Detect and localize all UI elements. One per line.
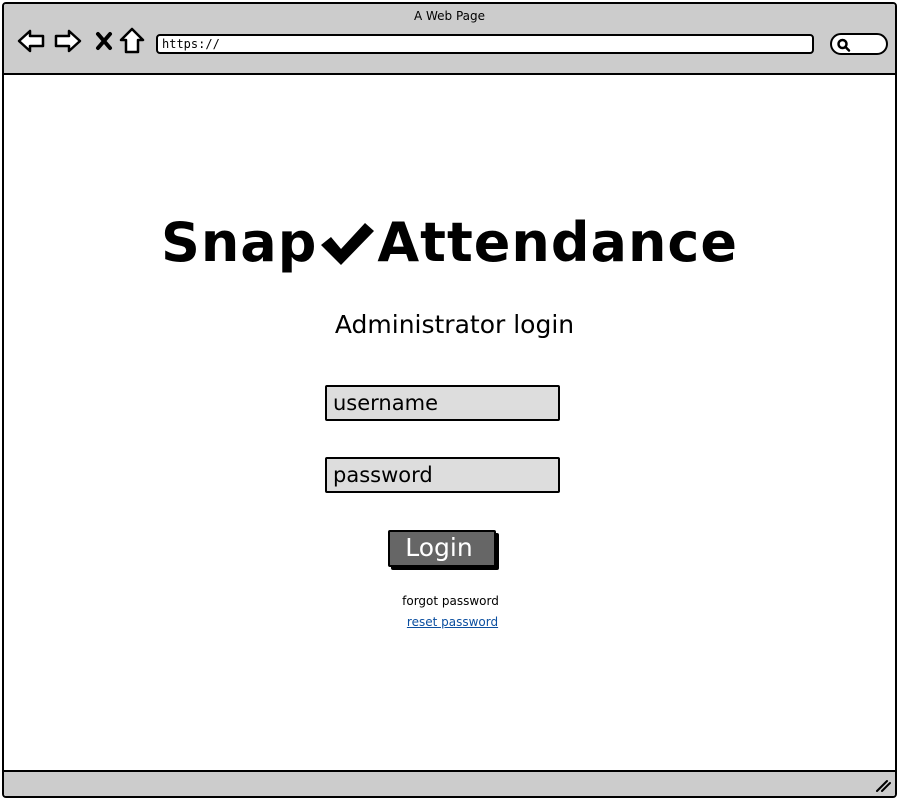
page-title: Administrator login	[334, 310, 575, 339]
arrow-left-icon	[17, 29, 45, 53]
brand-name-right: Attendance	[377, 211, 739, 274]
browser-window: A Web Page https:// Snap Attendance Admi…	[2, 2, 897, 798]
browser-search-field[interactable]	[830, 33, 888, 55]
password-input[interactable]: password	[325, 457, 560, 493]
close-icon	[96, 32, 112, 50]
resize-grip-icon[interactable]	[875, 779, 891, 793]
checkmark-icon	[321, 222, 375, 265]
browser-toolbar: A Web Page https://	[4, 4, 895, 75]
back-button[interactable]	[16, 26, 46, 56]
forward-button[interactable]	[53, 26, 83, 56]
page-content: Snap Attendance Administrator login user…	[4, 77, 895, 772]
username-input[interactable]: username	[325, 385, 560, 421]
search-icon	[837, 38, 851, 52]
brand-name-left: Snap	[160, 211, 318, 274]
status-bar	[4, 770, 895, 796]
stop-button[interactable]	[89, 26, 119, 56]
forgot-password-text: forgot password	[402, 594, 499, 608]
reset-password-link[interactable]: reset password	[407, 615, 498, 629]
login-button[interactable]: Login	[388, 530, 496, 567]
address-bar[interactable]: https://	[156, 34, 814, 54]
arrow-right-icon	[54, 29, 82, 53]
home-button[interactable]	[117, 26, 147, 56]
window-title: A Web Page	[413, 9, 486, 23]
reset-password-row: reset password	[4, 615, 895, 629]
home-icon	[119, 27, 145, 54]
app-logo: Snap Attendance	[4, 211, 895, 274]
